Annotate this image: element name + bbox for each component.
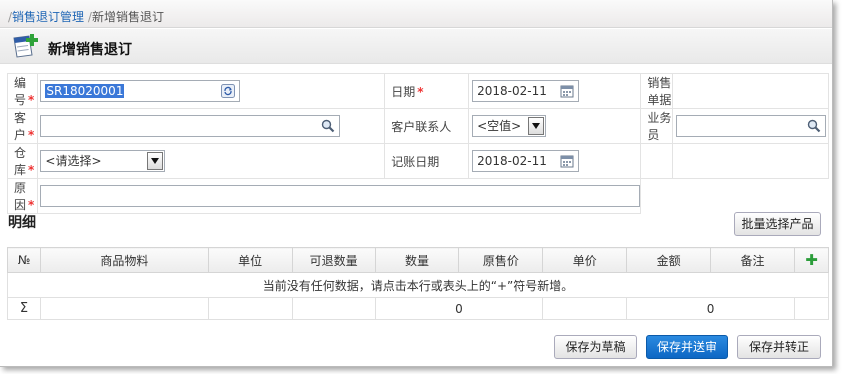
grid-header-row: № 商品物料 单位 可退数量 数量 原售价 单价 金额 备注 ✚ <box>7 247 830 273</box>
code-label: 编号 <box>14 76 27 107</box>
date-label-cell: 日期 * <box>384 73 470 109</box>
code-label-cell: 编号 * <box>6 73 39 109</box>
save-and-convert-button[interactable]: 保存并转正 <box>737 335 821 359</box>
salesman-field[interactable] <box>675 115 826 137</box>
search-icon[interactable] <box>807 119 821 133</box>
contact-select[interactable]: <空值> <box>472 115 547 137</box>
empty-cell <box>640 143 673 179</box>
warehouse-label: 仓库 <box>14 146 27 177</box>
sales-doc-value-cell <box>671 73 830 109</box>
save-and-submit-button[interactable]: 保存并送审 <box>646 335 728 359</box>
search-icon[interactable] <box>321 119 335 133</box>
save-as-draft-button[interactable]: 保存为草稿 <box>554 335 637 359</box>
contact-label: 客户联系人 <box>391 119 452 134</box>
customer-label: 客户 <box>14 111 27 142</box>
empty-cell <box>671 143 830 179</box>
contact-label-cell: 客户联系人 <box>384 108 470 144</box>
page-frame: /销售退订管理 /新增销售退订 新增销售退订 编号 * SR18020001 日… <box>0 0 833 367</box>
column-header-no[interactable]: № <box>7 247 41 273</box>
required-mark: * <box>417 84 424 99</box>
calendar-icon[interactable] <box>560 84 574 98</box>
empty-message[interactable]: 当前没有任何数据，请点击本行或表头上的“+”符号新增。 <box>7 272 829 298</box>
column-header-product[interactable]: 商品物料 <box>39 247 209 273</box>
date-label: 日期 <box>391 84 416 99</box>
summary-cell <box>291 297 376 320</box>
customer-field[interactable] <box>40 115 341 137</box>
sales-doc-label-cell: 销售单据 <box>640 73 673 109</box>
sum-amount: 0 <box>626 297 795 320</box>
column-header-returnable-qty[interactable]: 可退数量 <box>291 247 376 273</box>
reason-field[interactable] <box>40 185 641 207</box>
plus-icon[interactable]: ✚ <box>805 251 818 269</box>
batch-select-products-button[interactable]: 批量选择产品 <box>734 212 821 236</box>
reason-label-cell: 原因 * <box>6 178 39 214</box>
column-header-remark[interactable]: 备注 <box>710 247 795 273</box>
salesman-label: 业务员 <box>647 111 672 142</box>
date-field[interactable]: 2018-02-11 <box>472 80 580 102</box>
summary-row: Σ 0 0 <box>7 297 830 320</box>
required-mark: * <box>28 198 35 212</box>
detail-section-title: 明细 <box>8 215 36 231</box>
warehouse-select[interactable]: <请选择> <box>40 150 166 172</box>
column-header-unit[interactable]: 单位 <box>207 247 293 273</box>
add-row-button[interactable]: ✚ <box>793 247 830 273</box>
contact-value: <空值> <box>477 119 522 133</box>
document-add-icon <box>11 33 39 59</box>
code-value: SR18020001 <box>45 84 125 98</box>
chevron-down-icon[interactable] <box>147 152 164 170</box>
column-header-quantity[interactable]: 数量 <box>374 247 460 273</box>
required-mark: * <box>28 163 35 177</box>
calendar-icon[interactable] <box>560 154 574 168</box>
required-mark: * <box>28 128 35 142</box>
empty-cell <box>641 179 829 214</box>
code-field[interactable]: SR18020001 <box>40 80 241 102</box>
summary-cell <box>39 297 209 320</box>
column-header-amount[interactable]: 金额 <box>626 247 712 273</box>
reason-label: 原因 <box>14 181 27 212</box>
salesman-label-cell: 业务员 <box>640 108 673 144</box>
accounting-date-label: 记账日期 <box>391 154 440 169</box>
required-mark: * <box>28 93 35 107</box>
column-header-unit-price[interactable]: 单价 <box>542 247 628 273</box>
order-form: 编号 * SR18020001 日期 * 2018-02-11 销售单据 客户 … <box>6 73 830 214</box>
warehouse-value: <请选择> <box>45 154 102 168</box>
sales-doc-label: 销售单据 <box>647 76 672 107</box>
date-value: 2018-02-11 <box>477 84 547 98</box>
accounting-date-label-cell: 记账日期 <box>384 143 470 179</box>
sum-symbol: Σ <box>7 297 41 320</box>
detail-grid: № 商品物料 单位 可退数量 数量 原售价 单价 金额 备注 ✚ 当前没有任何数… <box>7 247 830 320</box>
breadcrumb-parent-link[interactable]: 销售退订管理 <box>12 10 84 24</box>
page-title: 新增销售退订 <box>48 42 132 58</box>
sum-quantity: 0 <box>374 297 544 320</box>
breadcrumb: /销售退订管理 /新增销售退订 <box>0 0 832 28</box>
summary-cell <box>542 297 628 320</box>
column-header-original-price[interactable]: 原售价 <box>458 247 544 273</box>
refresh-icon[interactable] <box>221 84 236 98</box>
summary-cell <box>793 297 830 320</box>
page-header: 新增销售退订 <box>0 29 832 64</box>
customer-label-cell: 客户 * <box>6 108 39 144</box>
empty-data-row[interactable]: 当前没有任何数据，请点击本行或表头上的“+”符号新增。 <box>7 272 829 298</box>
chevron-down-icon[interactable] <box>528 117 545 135</box>
accounting-date-field[interactable]: 2018-02-11 <box>472 150 580 172</box>
breadcrumb-current: 新增销售退订 <box>91 10 164 24</box>
accounting-date-value: 2018-02-11 <box>477 154 547 168</box>
summary-cell <box>207 297 293 320</box>
warehouse-label-cell: 仓库 * <box>6 143 39 179</box>
